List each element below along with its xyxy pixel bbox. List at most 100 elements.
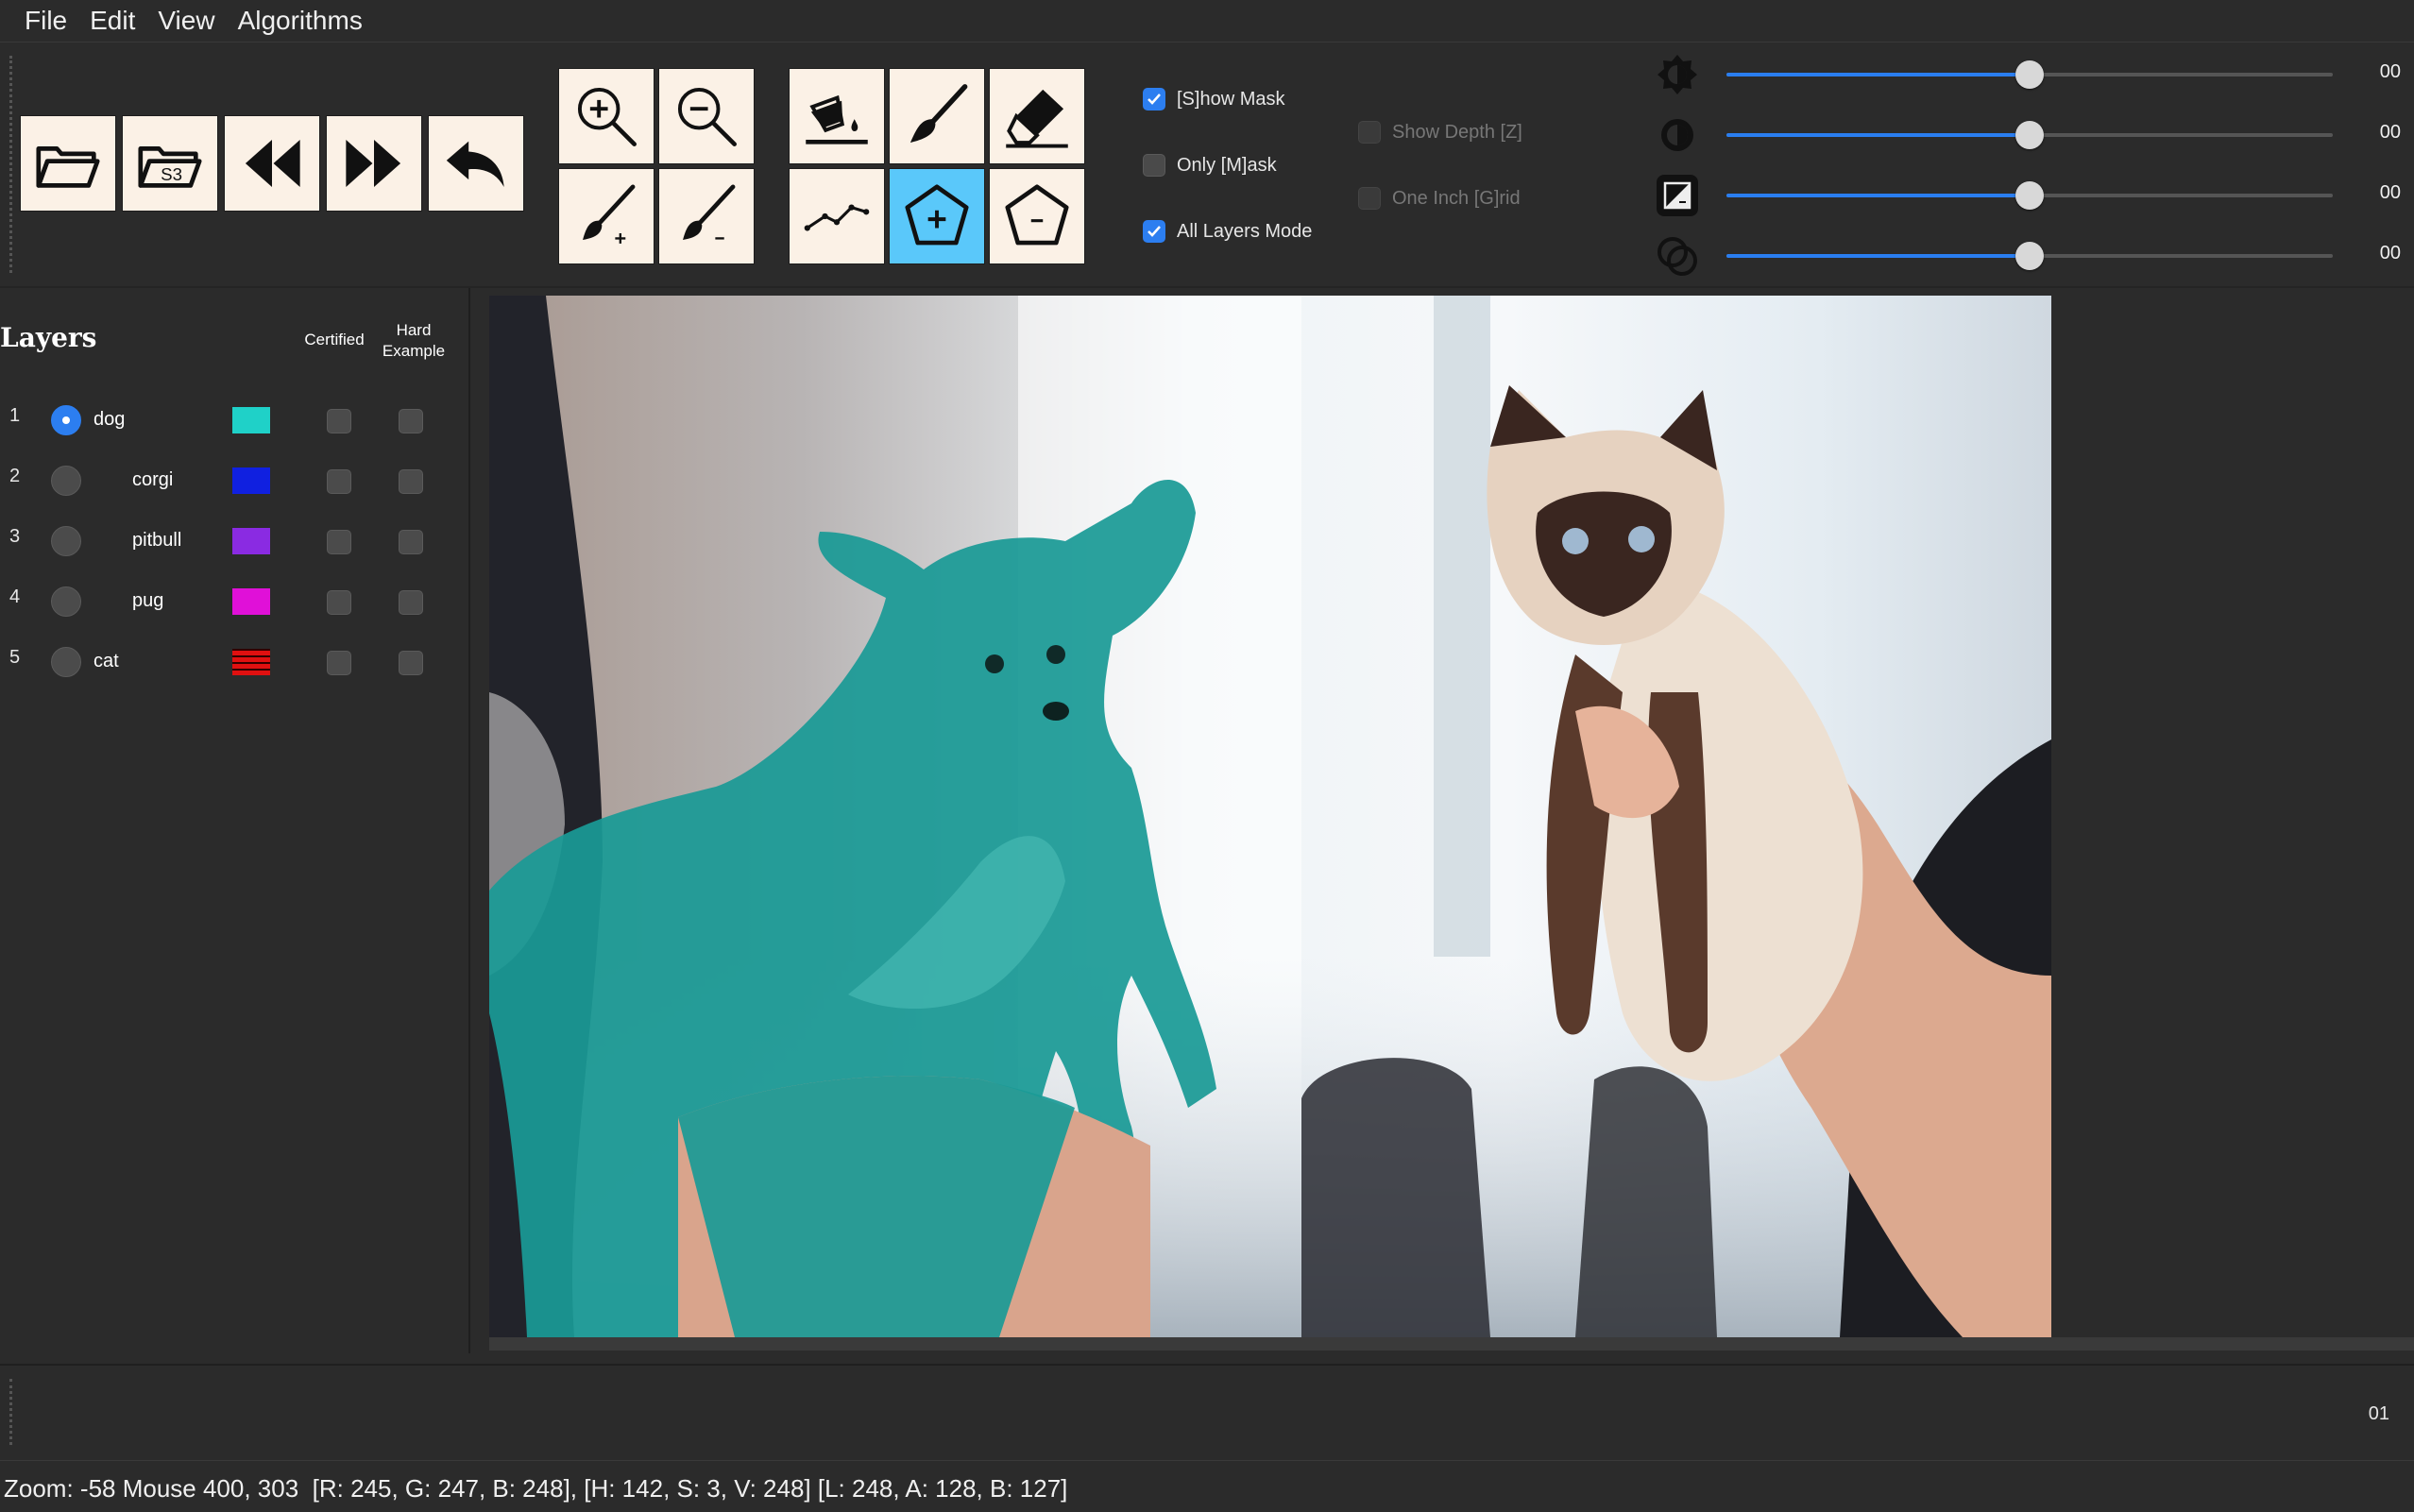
photo-dog-eye-left bbox=[985, 654, 1004, 673]
photo-chair bbox=[1301, 1058, 1490, 1337]
layer-index: 3 bbox=[9, 526, 21, 547]
layer-index: 1 bbox=[9, 405, 21, 426]
brush-subtract-button[interactable] bbox=[658, 168, 755, 264]
all-layers-mode-check-box[interactable] bbox=[1143, 220, 1165, 243]
open-folder-button[interactable] bbox=[20, 115, 116, 212]
only-mask-checkbox[interactable]: Only [M]ask bbox=[1143, 154, 1277, 177]
layer-select-radio[interactable] bbox=[51, 405, 81, 435]
layer-row[interactable]: 3 pitbull bbox=[0, 517, 468, 566]
certified-column-header: Certified bbox=[304, 331, 365, 348]
only-mask-check-box[interactable] bbox=[1143, 154, 1165, 177]
photo-dog-eye-right bbox=[1046, 645, 1065, 664]
polygon-subtract-button[interactable] bbox=[989, 168, 1085, 264]
fill-bucket-icon bbox=[806, 94, 868, 144]
overlay-opacity-slider-fill bbox=[1726, 254, 2030, 258]
annotation-image[interactable] bbox=[489, 296, 2051, 1337]
layer-index: 4 bbox=[9, 586, 21, 607]
open-s3-button[interactable]: S3 bbox=[122, 115, 218, 212]
menu-algorithms[interactable]: Algorithms bbox=[227, 6, 374, 36]
contrast-slider[interactable] bbox=[1726, 121, 2333, 149]
layer-name[interactable]: pitbull bbox=[132, 530, 181, 552]
contrast-value: 00 bbox=[2379, 122, 2401, 143]
layer-select-radio[interactable] bbox=[51, 647, 81, 677]
all-layers-mode-checkbox[interactable]: All Layers Mode bbox=[1143, 220, 1312, 243]
previous-image-icon bbox=[245, 140, 300, 187]
canvas-area[interactable] bbox=[470, 288, 2414, 1353]
layer-certified-checkbox[interactable] bbox=[327, 651, 351, 675]
layer-select-radio[interactable] bbox=[51, 526, 81, 556]
layer-certified-checkbox[interactable] bbox=[327, 530, 351, 554]
brush-add-button[interactable] bbox=[558, 168, 654, 264]
paintbrush-button[interactable] bbox=[889, 68, 985, 164]
show-mask-label: [S]how Mask bbox=[1177, 88, 1285, 110]
layer-row[interactable]: 5 cat bbox=[0, 637, 468, 687]
contrast-slider-thumb[interactable] bbox=[2015, 121, 2044, 149]
layer-select-radio[interactable] bbox=[51, 466, 81, 496]
menu-view[interactable]: View bbox=[146, 6, 226, 36]
layer-name[interactable]: corgi bbox=[132, 469, 173, 491]
layer-name[interactable]: pug bbox=[132, 590, 163, 612]
layer-row[interactable]: 4 pug bbox=[0, 577, 468, 626]
layer-select-radio[interactable] bbox=[51, 586, 81, 617]
hard-example-column-header: Hard Example bbox=[382, 321, 446, 360]
layer-color-swatch[interactable] bbox=[232, 528, 270, 554]
horizontal-scrollbar[interactable] bbox=[489, 1337, 2414, 1351]
menu-bar: File Edit View Algorithms bbox=[0, 0, 2414, 42]
layer-color-swatch[interactable] bbox=[232, 588, 270, 615]
layer-index: 5 bbox=[9, 647, 21, 668]
exposure-value: 00 bbox=[2379, 182, 2401, 203]
show-mask-checkbox[interactable]: [S]how Mask bbox=[1143, 88, 1284, 110]
layer-hard-example-checkbox[interactable] bbox=[399, 590, 423, 615]
layer-row[interactable]: 2 corgi bbox=[0, 456, 468, 505]
eraser-icon bbox=[1006, 89, 1068, 148]
layer-color-swatch[interactable] bbox=[232, 467, 270, 494]
eraser-button[interactable] bbox=[989, 68, 1085, 164]
polygon-add-button[interactable] bbox=[889, 168, 985, 264]
photo-dog-nose bbox=[1043, 702, 1069, 721]
fill-bucket-button[interactable] bbox=[789, 68, 885, 164]
layer-hard-example-checkbox[interactable] bbox=[399, 469, 423, 494]
layer-name[interactable]: dog bbox=[94, 409, 125, 431]
menu-file[interactable]: File bbox=[13, 6, 78, 36]
photo-dog-and-cat[interactable] bbox=[489, 296, 2051, 1337]
status-text: Zoom: -58 Mouse 400, 303 [R: 245, G: 247… bbox=[4, 1474, 1068, 1503]
layer-row[interactable]: 1 dog bbox=[0, 396, 468, 445]
photo-cat-eye-left bbox=[1562, 528, 1589, 554]
overlay-opacity-value: 00 bbox=[2379, 243, 2401, 263]
exposure-slider[interactable] bbox=[1726, 181, 2333, 210]
layer-certified-checkbox[interactable] bbox=[327, 590, 351, 615]
dock-grip[interactable] bbox=[9, 1379, 18, 1445]
brightness-slider-thumb[interactable] bbox=[2015, 60, 2044, 89]
layer-certified-checkbox[interactable] bbox=[327, 469, 351, 494]
overlay-opacity-slider-thumb[interactable] bbox=[2015, 242, 2044, 270]
polyline-button[interactable] bbox=[789, 168, 885, 264]
one-inch-grid-check-box bbox=[1358, 187, 1381, 210]
layer-hard-example-checkbox[interactable] bbox=[399, 409, 423, 433]
layer-hard-example-checkbox[interactable] bbox=[399, 651, 423, 675]
brightness-slider[interactable] bbox=[1726, 60, 2333, 89]
overlay-opacity-slider[interactable] bbox=[1726, 242, 2333, 270]
undo-button[interactable] bbox=[428, 115, 524, 212]
show-mask-check-box[interactable] bbox=[1143, 88, 1165, 110]
layer-hard-example-checkbox[interactable] bbox=[399, 530, 423, 554]
all-layers-mode-label: All Layers Mode bbox=[1177, 220, 1313, 242]
contrast-slider-row: 00 bbox=[1655, 112, 2401, 151]
zoom-in-button[interactable] bbox=[558, 68, 654, 164]
layer-color-swatch[interactable] bbox=[232, 649, 270, 675]
toolbar-grip[interactable] bbox=[9, 56, 18, 273]
layer-name[interactable]: cat bbox=[94, 651, 119, 672]
toolbar: S3 [S]how Mask Only [M]ask All Layers Mo… bbox=[0, 42, 2414, 288]
one-inch-grid-checkbox: One Inch [G]rid bbox=[1358, 187, 1521, 210]
exposure-slider-thumb[interactable] bbox=[2015, 181, 2044, 210]
menu-edit[interactable]: Edit bbox=[78, 6, 146, 36]
layer-certified-checkbox[interactable] bbox=[327, 409, 351, 433]
next-image-button[interactable] bbox=[326, 115, 422, 212]
layers-title: Layers bbox=[0, 322, 97, 353]
zoom-out-button[interactable] bbox=[658, 68, 755, 164]
only-mask-label: Only [M]ask bbox=[1177, 154, 1277, 176]
brightness-slider-row: 00 bbox=[1655, 52, 2401, 94]
layer-color-swatch[interactable] bbox=[232, 407, 270, 433]
overlay-opacity-slider-row: 00 bbox=[1655, 233, 2401, 276]
previous-image-button[interactable] bbox=[224, 115, 320, 212]
dock-value: 01 bbox=[2368, 1403, 2389, 1424]
